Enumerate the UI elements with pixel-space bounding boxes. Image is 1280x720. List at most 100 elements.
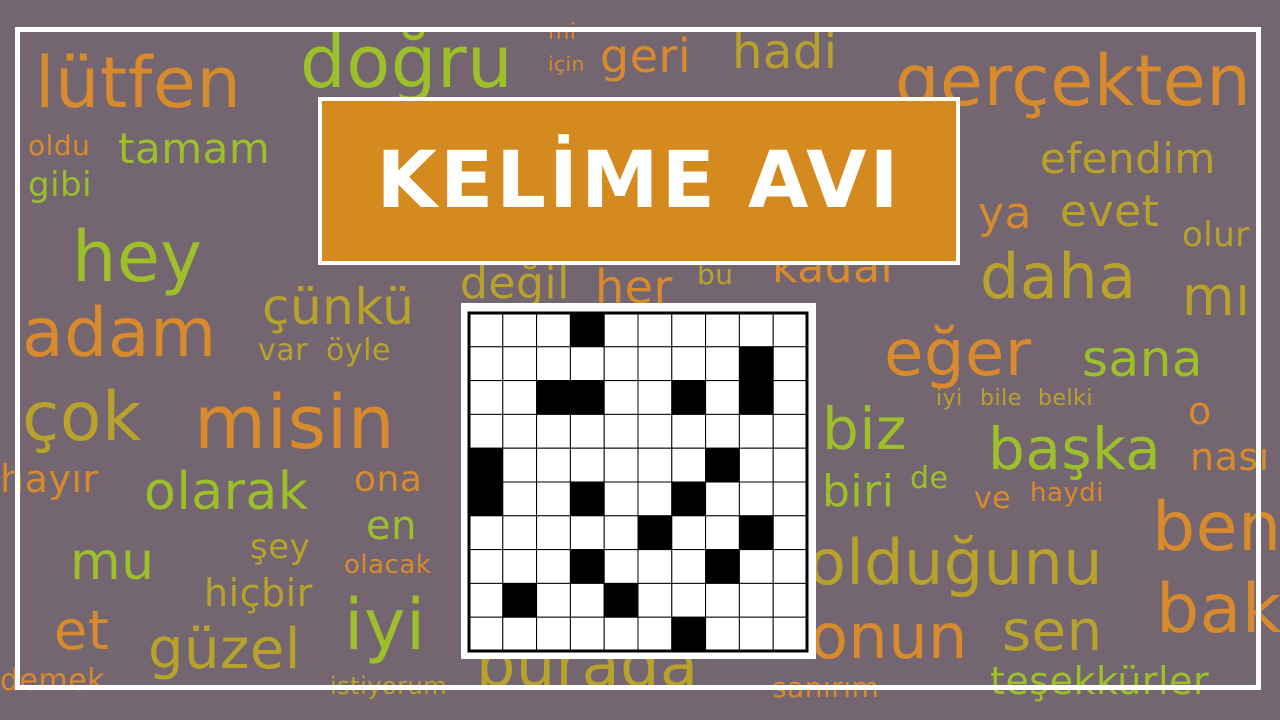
grid-cell[interactable] [502,481,538,517]
grid-cell[interactable] [738,312,774,348]
grid-cell-black [671,481,707,517]
grid-cell[interactable] [738,616,774,652]
grid-cell[interactable] [671,582,707,618]
grid-cell[interactable] [468,616,504,652]
grid-cell[interactable] [671,413,707,449]
grid-cell[interactable] [569,582,605,618]
grid-cell[interactable] [671,515,707,551]
grid-cell[interactable] [502,312,538,348]
grid-cell[interactable] [536,582,571,618]
grid-cell[interactable] [536,481,571,517]
grid-cell[interactable] [705,380,740,415]
grid-cell[interactable] [536,413,571,449]
grid-cell[interactable] [705,413,740,449]
grid-cell-black [738,346,774,382]
grid-cell-black [502,582,538,618]
grid-cell[interactable] [772,447,808,483]
grid-cell[interactable] [536,312,571,348]
grid-cell[interactable] [603,413,639,449]
crossword-grid-svg[interactable] [461,303,816,659]
grid-cell[interactable] [772,413,808,449]
grid-cell[interactable] [637,380,673,415]
grid-cell[interactable] [738,549,774,584]
grid-cell[interactable] [536,616,571,652]
grid-cell[interactable] [502,447,538,483]
grid-cell[interactable] [603,380,639,415]
grid-cell[interactable] [637,582,673,618]
grid-cell[interactable] [468,312,504,348]
grid-cell[interactable] [468,346,504,382]
grid-cell-black [637,515,673,551]
grid-cell[interactable] [705,515,740,551]
grid-cell[interactable] [772,312,808,348]
grid-cell[interactable] [705,346,740,382]
grid-cell[interactable] [603,447,639,483]
grid-cell[interactable] [738,447,774,483]
grid-cell[interactable] [637,346,673,382]
grid-cell[interactable] [569,616,605,652]
grid-cell[interactable] [772,515,808,551]
grid-cell[interactable] [603,346,639,382]
grid-cell[interactable] [468,380,504,415]
grid-cell[interactable] [603,515,639,551]
title-banner: KELİME AVI [318,97,960,265]
grid-cell[interactable] [536,549,571,584]
grid-cell[interactable] [738,413,774,449]
grid-cell-black [569,549,605,584]
grid-cell[interactable] [569,346,605,382]
grid-cell-black [536,380,571,415]
grid-cell-black [468,481,504,517]
grid-cell-black [569,312,605,348]
grid-cell[interactable] [671,549,707,584]
grid-cell[interactable] [569,447,605,483]
grid-cell[interactable] [772,616,808,652]
grid-cell[interactable] [468,549,504,584]
grid-cell[interactable] [603,549,639,584]
grid-cell[interactable] [603,481,639,517]
grid-cell[interactable] [536,447,571,483]
grid-cell[interactable] [637,413,673,449]
grid-cell[interactable] [569,413,605,449]
grid-cell[interactable] [637,447,673,483]
grid-cell[interactable] [569,515,605,551]
grid-cell[interactable] [738,582,774,618]
grid-cell[interactable] [603,312,639,348]
grid-cell[interactable] [772,481,808,517]
grid-cell[interactable] [772,346,808,382]
grid-cell[interactable] [772,582,808,618]
grid-cell[interactable] [468,582,504,618]
grid-cell[interactable] [502,380,538,415]
grid-cell[interactable] [705,312,740,348]
grid-cell-black [671,616,707,652]
grid-cell[interactable] [502,549,538,584]
grid-cell[interactable] [502,515,538,551]
grid-cell[interactable] [738,481,774,517]
game-title: KELİME AVI [376,136,902,226]
grid-cell[interactable] [705,582,740,618]
grid-cell[interactable] [468,515,504,551]
grid-cell[interactable] [671,312,707,348]
grid-cell[interactable] [705,481,740,517]
grid-cell[interactable] [671,346,707,382]
grid-cell[interactable] [637,481,673,517]
grid-cell-black [738,515,774,551]
grid-cell-black [569,481,605,517]
grid-cell-black [738,380,774,415]
grid-cell[interactable] [637,616,673,652]
grid-cell[interactable] [637,312,673,348]
grid-cell[interactable] [772,549,808,584]
grid-cell[interactable] [536,346,571,382]
grid-cell[interactable] [536,515,571,551]
grid-cell-black [468,447,504,483]
grid-cell[interactable] [502,346,538,382]
crossword-grid[interactable] [461,303,816,659]
grid-cell[interactable] [705,616,740,652]
grid-cell[interactable] [502,413,538,449]
grid-cell[interactable] [637,549,673,584]
grid-cell-black [671,380,707,415]
grid-cell[interactable] [671,447,707,483]
grid-cell[interactable] [772,380,808,415]
grid-cell[interactable] [468,413,504,449]
grid-cell[interactable] [603,616,639,652]
grid-cell[interactable] [502,616,538,652]
